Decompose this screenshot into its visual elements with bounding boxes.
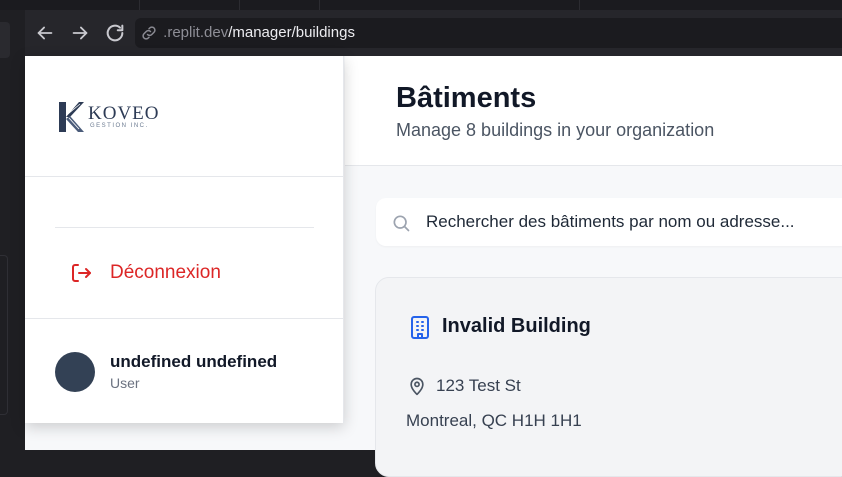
address-bar[interactable]: .replit.dev/manager/buildings: [135, 18, 842, 48]
divider: [25, 176, 344, 177]
search-box: [376, 198, 842, 246]
gutter-panel: [0, 255, 8, 415]
page-title: Bâtiments: [396, 82, 537, 114]
arrow-left-icon: [37, 26, 53, 40]
browser-tab[interactable]: [140, 0, 240, 10]
building-card[interactable]: Invalid Building 123 Test St Montreal, Q…: [375, 277, 842, 477]
reload-button[interactable]: [104, 22, 126, 44]
gutter-panel: [0, 22, 10, 58]
building-icon: [411, 316, 429, 339]
arrow-right-icon: [72, 26, 88, 40]
link-icon: [140, 24, 158, 42]
building-name: Invalid Building: [442, 315, 591, 337]
building-address-line2: Montreal, QC H1H 1H1: [406, 411, 582, 430]
logout-icon: [72, 264, 91, 282]
user-role: User: [110, 375, 140, 391]
building-address-line1: 123 Test St: [436, 376, 521, 395]
browser-tab-strip: [0, 0, 842, 10]
browser-tab[interactable]: [415, 0, 580, 10]
avatar[interactable]: [55, 352, 95, 392]
logout-label: Déconnexion: [110, 262, 221, 283]
back-button[interactable]: [34, 22, 56, 44]
logout-button[interactable]: Déconnexion: [69, 259, 221, 287]
koveo-logo-mark: [59, 102, 84, 132]
forward-button[interactable]: [69, 22, 91, 44]
url-path: /manager/buildings: [228, 24, 355, 41]
divider: [25, 318, 344, 319]
search-input[interactable]: [426, 208, 838, 236]
sidebar: KOVEO GESTION INC. Déconnexion undefined…: [25, 56, 344, 423]
url-text[interactable]: .replit.dev/manager/buildings: [159, 24, 355, 41]
search-icon: [393, 215, 410, 232]
user-name: undefined undefined: [110, 352, 278, 371]
reload-icon: [106, 24, 124, 42]
browser-toolbar: .replit.dev/manager/buildings: [25, 10, 842, 56]
map-pin-icon: [410, 377, 424, 396]
page-header: Bâtiments Manage 8 buildings in your org…: [345, 56, 842, 166]
left-gutter: [0, 10, 25, 450]
koveo-logo[interactable]: KOVEO GESTION INC.: [57, 100, 167, 136]
divider: [55, 227, 314, 228]
logo-wordmark: KOVEO: [88, 103, 160, 124]
browser-tab[interactable]: [60, 0, 140, 10]
logo-subtext: GESTION INC.: [90, 123, 149, 129]
url-host: .replit.dev: [159, 24, 229, 41]
browser-tab[interactable]: [240, 0, 320, 10]
page-subtitle: Manage 8 buildings in your organization: [396, 120, 715, 140]
